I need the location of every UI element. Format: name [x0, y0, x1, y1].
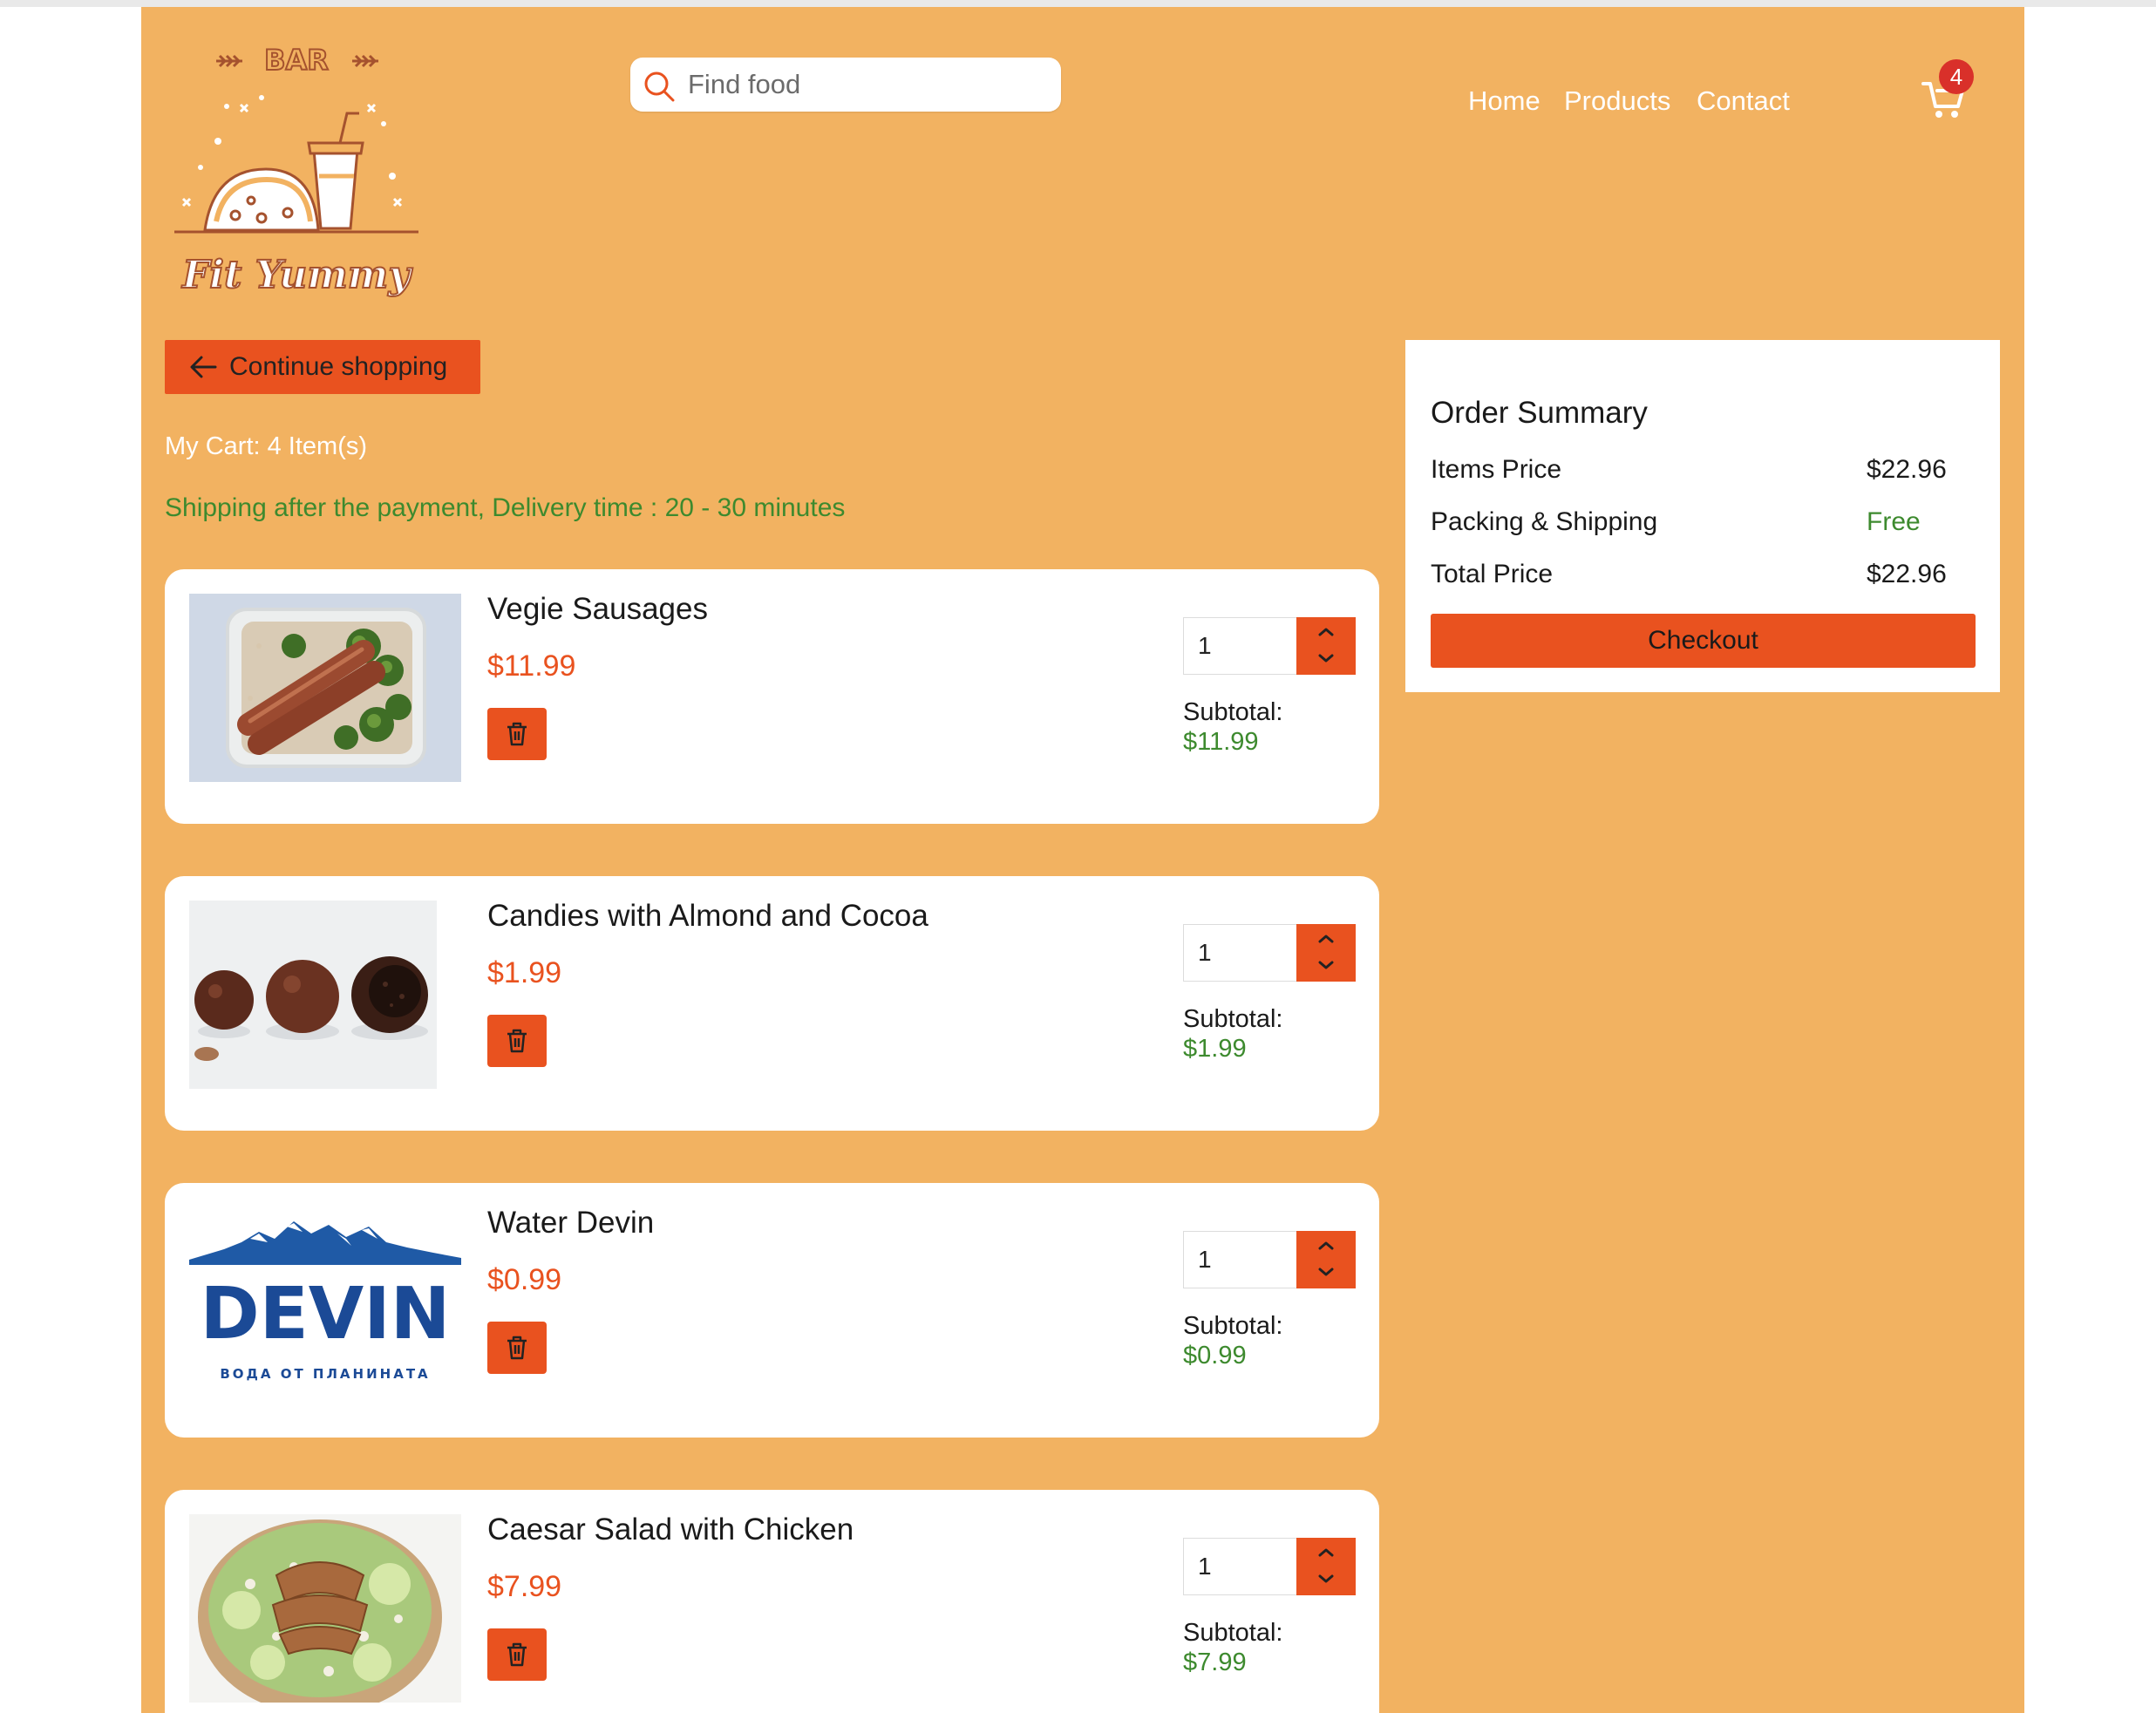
chevron-down-icon[interactable] — [1318, 654, 1334, 663]
continue-shopping-label: Continue shopping — [229, 352, 448, 381]
delete-item-button[interactable] — [487, 1015, 547, 1067]
item-name: Water Devin — [487, 1206, 655, 1240]
subtotal-label: Subtotal: — [1183, 698, 1283, 726]
subtotal-value: $1.99 — [1183, 1035, 1247, 1063]
shipping-note: Shipping after the payment, Delivery tim… — [165, 493, 846, 522]
item-name: Candies with Almond and Cocoa — [487, 899, 928, 933]
cart-item-count: My Cart: 4 Item(s) — [165, 432, 368, 460]
quantity-input[interactable] — [1183, 617, 1296, 675]
trash-icon — [507, 1642, 527, 1667]
item-price: $7.99 — [487, 1570, 562, 1603]
chevron-down-icon[interactable] — [1318, 1268, 1334, 1276]
chevron-up-icon[interactable] — [1318, 935, 1334, 943]
logo-bar-text: BAR — [264, 44, 329, 77]
shipping-label: Packing & Shipping — [1431, 507, 1658, 536]
subtotal-label: Subtotal: — [1183, 1312, 1283, 1340]
chevron-down-icon[interactable] — [1318, 961, 1334, 969]
devin-logo-text: DEVIN — [201, 1273, 451, 1356]
quantity-input[interactable] — [1183, 1231, 1296, 1288]
nav-link-contact[interactable]: Contact — [1697, 85, 1790, 117]
total-price-label: Total Price — [1431, 560, 1554, 588]
search-input[interactable] — [686, 65, 1047, 105]
item-price: $11.99 — [487, 649, 576, 683]
product-image-water-devin: DEVIN ВОДА ОТ ПЛАНИНАТА — [189, 1207, 461, 1396]
delete-item-button[interactable] — [487, 1628, 547, 1681]
nav-link-products[interactable]: Products — [1564, 85, 1670, 117]
chevron-down-icon[interactable] — [1318, 1574, 1334, 1583]
search-bar[interactable] — [630, 58, 1061, 112]
order-summary-panel: Order Summary Items Price $22.96 Packing… — [1405, 340, 2000, 692]
product-image-candies — [189, 901, 437, 1089]
cart-count-badge[interactable]: 4 — [1939, 59, 1974, 94]
trash-icon — [507, 1336, 527, 1360]
cart-item: Candies with Almond and Cocoa $1.99 Subt… — [165, 876, 1379, 1131]
subtotal-value: $11.99 — [1183, 728, 1259, 756]
trash-icon — [507, 722, 527, 746]
logo-graphic: BAR Fit Yummy — [174, 43, 418, 298]
cart-item: Vegie Sausages $11.99 Subtotal: $11.99 — [165, 569, 1379, 824]
subtotal-value: $0.99 — [1183, 1342, 1247, 1370]
quantity-stepper[interactable] — [1296, 1231, 1356, 1288]
search-icon[interactable] — [643, 70, 676, 103]
arrow-left-icon — [190, 356, 217, 378]
items-price-label: Items Price — [1431, 455, 1562, 484]
continue-shopping-button[interactable]: Continue shopping — [165, 340, 480, 394]
logo-brand-text: Fit Yummy — [180, 253, 413, 297]
browser-top-border — [0, 0, 2156, 7]
order-summary-title: Order Summary — [1431, 396, 1648, 430]
item-price: $0.99 — [487, 1263, 562, 1296]
delete-item-button[interactable] — [487, 708, 547, 760]
quantity-input[interactable] — [1183, 1538, 1296, 1595]
subtotal-value: $7.99 — [1183, 1648, 1247, 1676]
chevron-up-icon[interactable] — [1318, 628, 1334, 636]
shipping-value: Free — [1867, 507, 1921, 536]
product-image-caesar-salad — [189, 1514, 461, 1703]
cart-item: Caesar Salad with Chicken $7.99 Subtotal… — [165, 1490, 1379, 1713]
delete-item-button[interactable] — [487, 1322, 547, 1374]
quantity-input[interactable] — [1183, 924, 1296, 982]
devin-logo-subtext: ВОДА ОТ ПЛАНИНАТА — [220, 1366, 430, 1382]
item-name: Vegie Sausages — [487, 592, 708, 626]
total-price-value: $22.96 — [1867, 560, 1947, 588]
items-price-value: $22.96 — [1867, 455, 1947, 484]
cart-item: DEVIN ВОДА ОТ ПЛАНИНАТА Water Devin $0.9… — [165, 1183, 1379, 1438]
quantity-stepper[interactable] — [1296, 617, 1356, 675]
quantity-stepper[interactable] — [1296, 924, 1356, 982]
checkout-button[interactable]: Checkout — [1431, 614, 1976, 668]
trash-icon — [507, 1029, 527, 1053]
subtotal-label: Subtotal: — [1183, 1005, 1283, 1033]
page-container: BAR Fit Yummy Find food Home Products Co… — [141, 7, 2024, 1713]
nav-link-home[interactable]: Home — [1468, 85, 1540, 117]
item-price: $1.99 — [487, 956, 562, 989]
item-name: Caesar Salad with Chicken — [487, 1512, 854, 1546]
chevron-up-icon[interactable] — [1318, 1241, 1334, 1250]
subtotal-label: Subtotal: — [1183, 1619, 1283, 1647]
chevron-up-icon[interactable] — [1318, 1548, 1334, 1557]
product-image-vegie-sausages — [189, 594, 461, 782]
quantity-stepper[interactable] — [1296, 1538, 1356, 1595]
brand-logo[interactable]: BAR Fit Yummy — [166, 28, 427, 307]
